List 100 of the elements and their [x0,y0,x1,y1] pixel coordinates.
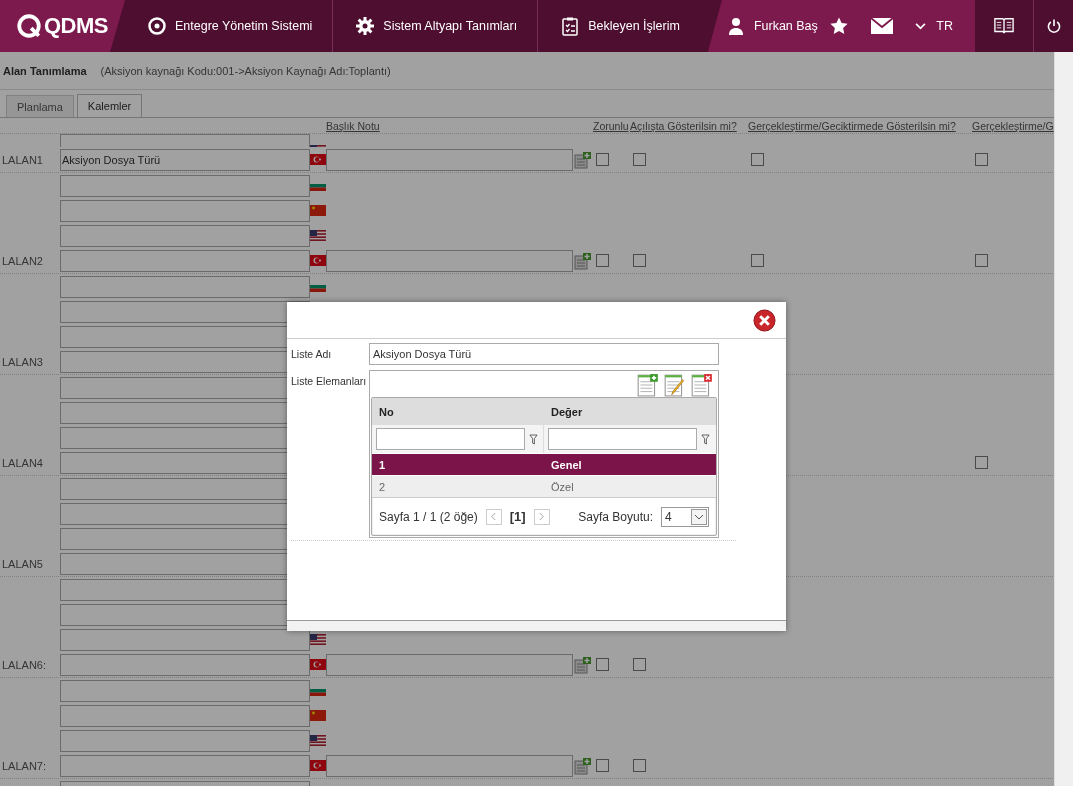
checkbox[interactable] [975,456,988,469]
text-field[interactable] [60,249,310,272]
field-label: LALAN5 [1,557,44,570]
language-selector[interactable]: TR [915,19,953,33]
note-field[interactable] [326,653,573,676]
page-size-label: Sayfa Boyutu: [578,509,653,524]
logo[interactable]: QDMS [0,0,125,52]
chevron-down-icon [691,508,707,525]
list-add-icon[interactable] [574,655,592,674]
table-cell-text: 1 [378,458,387,471]
field-label: Liste Adı [291,347,332,361]
text-field[interactable] [60,174,310,197]
list-add-icon[interactable] [574,150,592,169]
list-name-field[interactable]: Aksiyon Dosya Türü [369,343,719,365]
text-field[interactable] [60,628,310,651]
note-field[interactable] [326,148,573,171]
checkbox[interactable] [975,153,988,166]
column-header[interactable]: Başlık Notu [326,118,380,133]
checkbox[interactable] [596,254,609,267]
text-field[interactable]: Aksiyon Dosya Türü [60,148,310,171]
text-field[interactable] [60,300,310,323]
text-field[interactable] [60,754,310,777]
tab[interactable]: Kalemler [76,94,143,117]
usa-flag-icon [310,735,326,746]
clipboard-icon [560,16,581,36]
filter-icon[interactable] [701,433,710,445]
filter-field[interactable] [376,428,525,450]
list-add-icon[interactable] [574,756,592,775]
column-header[interactable]: No [372,405,544,418]
field-label: LALAN1 [1,153,44,166]
field-label: Liste Elemanları [291,374,367,388]
checkbox[interactable] [633,254,646,267]
column-header[interactable]: Değer [544,405,716,418]
turkey-flag-icon [310,255,326,266]
column-header[interactable]: Gerçekleştirme/Geciktirmede Gösterilsin mi? [748,118,956,133]
list-add-icon[interactable] [574,251,592,270]
page-subtitle: (Aksiyon kaynağı Kodu:001->Aksiyon Kaynağı Adı:Toplantı) [100,64,391,77]
field-label: LALAN6: [1,658,48,671]
page-size-dropdown[interactable]: 4 [661,506,709,527]
text-field[interactable] [60,653,310,676]
checkbox[interactable] [633,153,646,166]
turkey-flag-icon [310,760,326,771]
list-edit-icon[interactable] [664,373,686,397]
column-header[interactable]: Gerçekleştirme/G [972,118,1054,133]
checkbox[interactable] [633,658,646,671]
list-row[interactable]: 2 Özel [372,475,716,497]
filter-icon[interactable] [529,433,538,445]
logo-q-icon [16,13,42,39]
checkbox[interactable] [751,254,764,267]
star-icon[interactable] [829,16,850,36]
text-field[interactable] [60,729,310,752]
field-label: LALAN4 [1,456,44,469]
field-label: LALAN7: [1,759,48,772]
user-menu[interactable]: Furkan Baş [725,16,818,36]
tab[interactable]: Planlama [6,95,74,117]
page-summary: Sayfa 1 / 1 (2 öğe) [379,509,478,524]
current-page[interactable]: [1] [509,509,526,524]
close-icon[interactable] [753,308,776,332]
turkey-flag-icon [310,659,326,670]
field-label: LALAN3 [1,355,44,368]
china-flag-icon [310,710,326,721]
list-row[interactable]: 1 Genel [372,453,716,475]
note-field[interactable] [326,249,573,272]
turkey-flag-icon [310,154,326,165]
chevron-right-icon [538,512,546,521]
checkbox[interactable] [975,254,988,267]
chevron-left-icon [490,512,498,521]
table-cell-text: 2 [378,480,387,493]
note-field[interactable] [326,754,573,777]
table-cell-text: Özel [550,480,575,493]
field-label: LALAN2 [1,254,44,267]
settings-icon [355,16,376,36]
page-title: Alan Tanımlama [3,64,87,77]
checkbox[interactable] [596,759,609,772]
checkbox[interactable] [751,153,764,166]
checkbox[interactable] [633,759,646,772]
book-icon[interactable] [994,16,1014,36]
nav-menu-item[interactable]: Sistem Altyapı Tanımları [333,0,539,52]
power-icon[interactable] [1045,18,1062,34]
chevron-down-icon [915,22,927,30]
list-delete-icon[interactable] [691,373,713,397]
list-add-icon[interactable] [637,373,659,397]
filter-field[interactable] [548,428,697,450]
nav-menu-item[interactable]: Bekleyen İşlerim [538,0,708,52]
scrollbar[interactable] [1054,52,1073,786]
china-flag-icon [310,205,326,216]
mail-icon[interactable] [871,18,894,34]
text-field[interactable] [60,199,310,222]
checkbox[interactable] [596,153,609,166]
text-field[interactable] [60,679,310,702]
text-field[interactable] [60,224,310,247]
usa-flag-icon [310,230,326,241]
column-header[interactable]: Zorunlu [593,118,629,133]
column-header[interactable]: Açılışta Gösterilsin mi? [630,118,737,133]
nav-menu-item[interactable]: Entegre Yönetim Sistemi [125,0,334,52]
checkbox[interactable] [596,658,609,671]
table-cell-text: Genel [550,458,583,471]
text-field[interactable] [60,704,310,727]
text-field[interactable] [60,275,310,298]
q-circle-icon [147,16,167,36]
